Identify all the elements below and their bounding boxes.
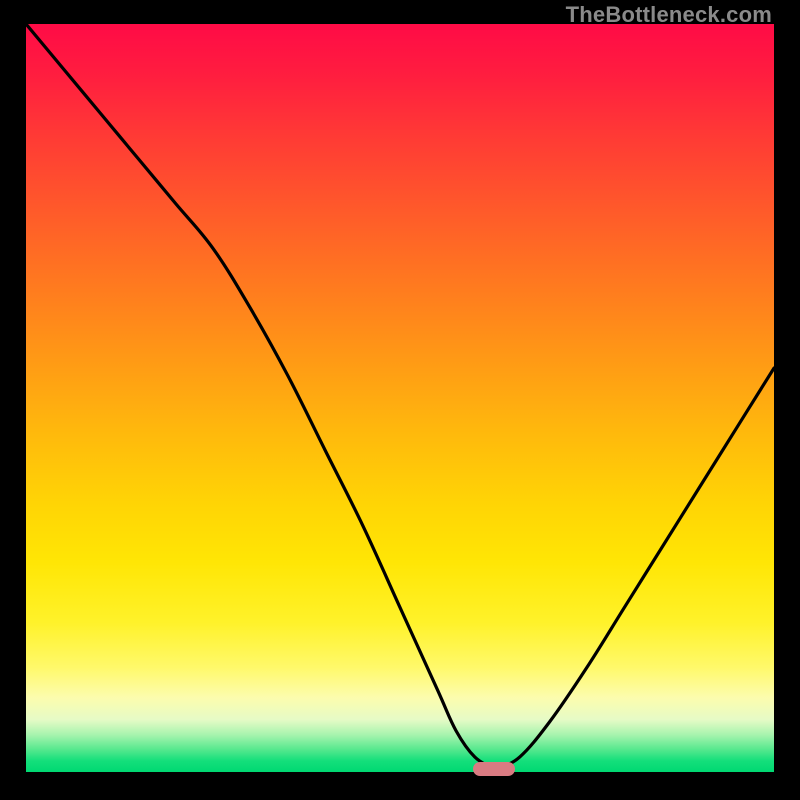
curve-path (26, 24, 774, 770)
bottleneck-curve (26, 24, 774, 772)
watermark-text: TheBottleneck.com (566, 2, 772, 28)
chart-frame: TheBottleneck.com (0, 0, 800, 800)
chart-plot-area (26, 24, 774, 772)
optimal-marker (473, 762, 515, 776)
